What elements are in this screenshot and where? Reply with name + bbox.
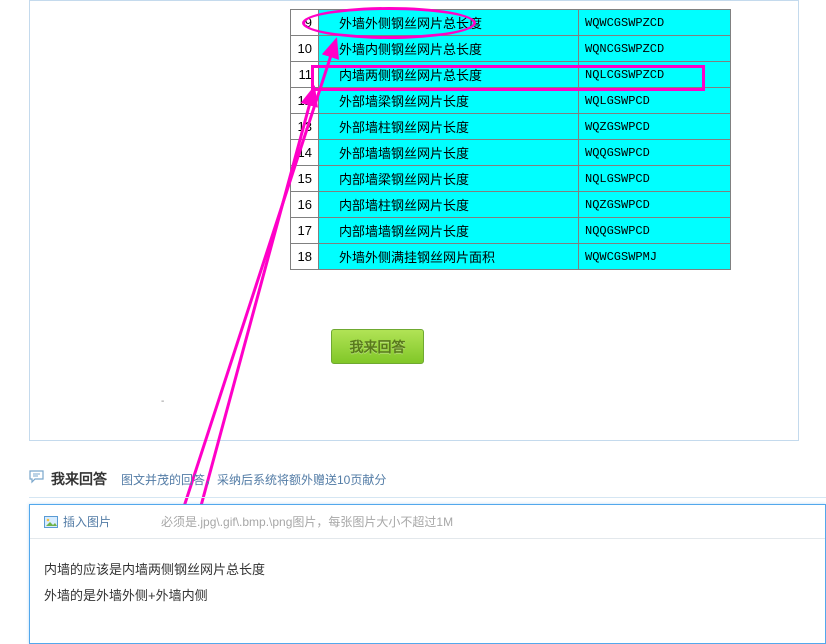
row-number: 17 <box>291 218 319 244</box>
row-desc: 外部墙梁钢丝网片长度 <box>319 88 579 114</box>
answer-header: 我来回答 图文并茂的回答，采纳后系统将额外赠送10页献分 <box>29 469 826 498</box>
data-table: 9外墙外侧钢丝网片总长度WQWCGSWPZCD10外墙内侧钢丝网片总长度WQNC… <box>290 9 731 270</box>
answer-box: 插入图片 必须是.jpg\.gif\.bmp.\png图片，每张图片大小不超过1… <box>29 504 826 644</box>
answer-button[interactable]: 我来回答 <box>331 329 424 364</box>
axis-tick: - <box>161 396 164 407</box>
row-desc: 外墙外侧满挂钢丝网片面积 <box>319 244 579 270</box>
table-row[interactable]: 18外墙外侧满挂钢丝网片面积WQWCGSWPMJ <box>291 244 731 270</box>
answer-toolbar: 插入图片 必须是.jpg\.gif\.bmp.\png图片，每张图片大小不超过1… <box>30 505 825 539</box>
row-desc: 外墙内侧钢丝网片总长度 <box>319 36 579 62</box>
row-code: NQZGSWPCD <box>579 192 731 218</box>
row-desc: 内墙两侧钢丝网片总长度 <box>319 62 579 88</box>
table-row[interactable]: 16内部墙柱钢丝网片长度NQZGSWPCD <box>291 192 731 218</box>
content-line: 内墙的应该是内墙两侧钢丝网片总长度 <box>44 557 811 583</box>
row-code: WQNCGSWPZCD <box>579 36 731 62</box>
row-code: WQWCGSWPZCD <box>579 10 731 36</box>
row-code: WQWCGSWPMJ <box>579 244 731 270</box>
row-number: 14 <box>291 140 319 166</box>
row-code: NQLCGSWPZCD <box>579 62 731 88</box>
row-number: 16 <box>291 192 319 218</box>
row-desc: 内部墙墙钢丝网片长度 <box>319 218 579 244</box>
row-number: 10 <box>291 36 319 62</box>
section-title: 我来回答 <box>51 469 107 489</box>
table-row[interactable]: 12外部墙梁钢丝网片长度WQLGSWPCD <box>291 88 731 114</box>
speech-bubble-icon <box>29 470 45 484</box>
section-subtitle: 图文并茂的回答，采纳后系统将额外赠送10页献分 <box>121 471 386 488</box>
row-number: 12 <box>291 88 319 114</box>
row-desc: 内部墙柱钢丝网片长度 <box>319 192 579 218</box>
row-number: 18 <box>291 244 319 270</box>
table-row[interactable]: 11内墙两侧钢丝网片总长度NQLCGSWPZCD <box>291 62 731 88</box>
table-row[interactable]: 14外部墙墙钢丝网片长度WQQGSWPCD <box>291 140 731 166</box>
row-desc: 内部墙梁钢丝网片长度 <box>319 166 579 192</box>
table-row[interactable]: 15内部墙梁钢丝网片长度NQLGSWPCD <box>291 166 731 192</box>
row-desc: 外部墙墙钢丝网片长度 <box>319 140 579 166</box>
row-number: 9 <box>291 10 319 36</box>
row-code: NQQGSWPCD <box>579 218 731 244</box>
picture-icon <box>44 516 58 528</box>
toolbar-hint: 必须是.jpg\.gif\.bmp.\png图片，每张图片大小不超过1M <box>161 513 453 530</box>
insert-pic-label: 插入图片 <box>63 513 111 530</box>
row-number: 15 <box>291 166 319 192</box>
answer-textarea[interactable]: 内墙的应该是内墙两侧钢丝网片总长度 外墙的是外墙外侧+外墙内侧 <box>30 539 825 627</box>
row-number: 11 <box>291 62 319 88</box>
row-desc: 外墙外侧钢丝网片总长度 <box>319 10 579 36</box>
row-desc: 外部墙柱钢丝网片长度 <box>319 114 579 140</box>
top-panel: 9外墙外侧钢丝网片总长度WQWCGSWPZCD10外墙内侧钢丝网片总长度WQNC… <box>29 0 799 441</box>
answer-section: 我来回答 图文并茂的回答，采纳后系统将额外赠送10页献分 插入图片 必须是.jp… <box>29 469 826 644</box>
row-code: WQLGSWPCD <box>579 88 731 114</box>
content-line: 外墙的是外墙外侧+外墙内侧 <box>44 583 811 609</box>
row-code: WQZGSWPCD <box>579 114 731 140</box>
row-code: NQLGSWPCD <box>579 166 731 192</box>
table-row[interactable]: 9外墙外侧钢丝网片总长度WQWCGSWPZCD <box>291 10 731 36</box>
insert-picture-button[interactable]: 插入图片 <box>44 513 111 530</box>
table-row[interactable]: 10外墙内侧钢丝网片总长度WQNCGSWPZCD <box>291 36 731 62</box>
row-code: WQQGSWPCD <box>579 140 731 166</box>
row-number: 13 <box>291 114 319 140</box>
table-row[interactable]: 17内部墙墙钢丝网片长度NQQGSWPCD <box>291 218 731 244</box>
table-row[interactable]: 13外部墙柱钢丝网片长度WQZGSWPCD <box>291 114 731 140</box>
